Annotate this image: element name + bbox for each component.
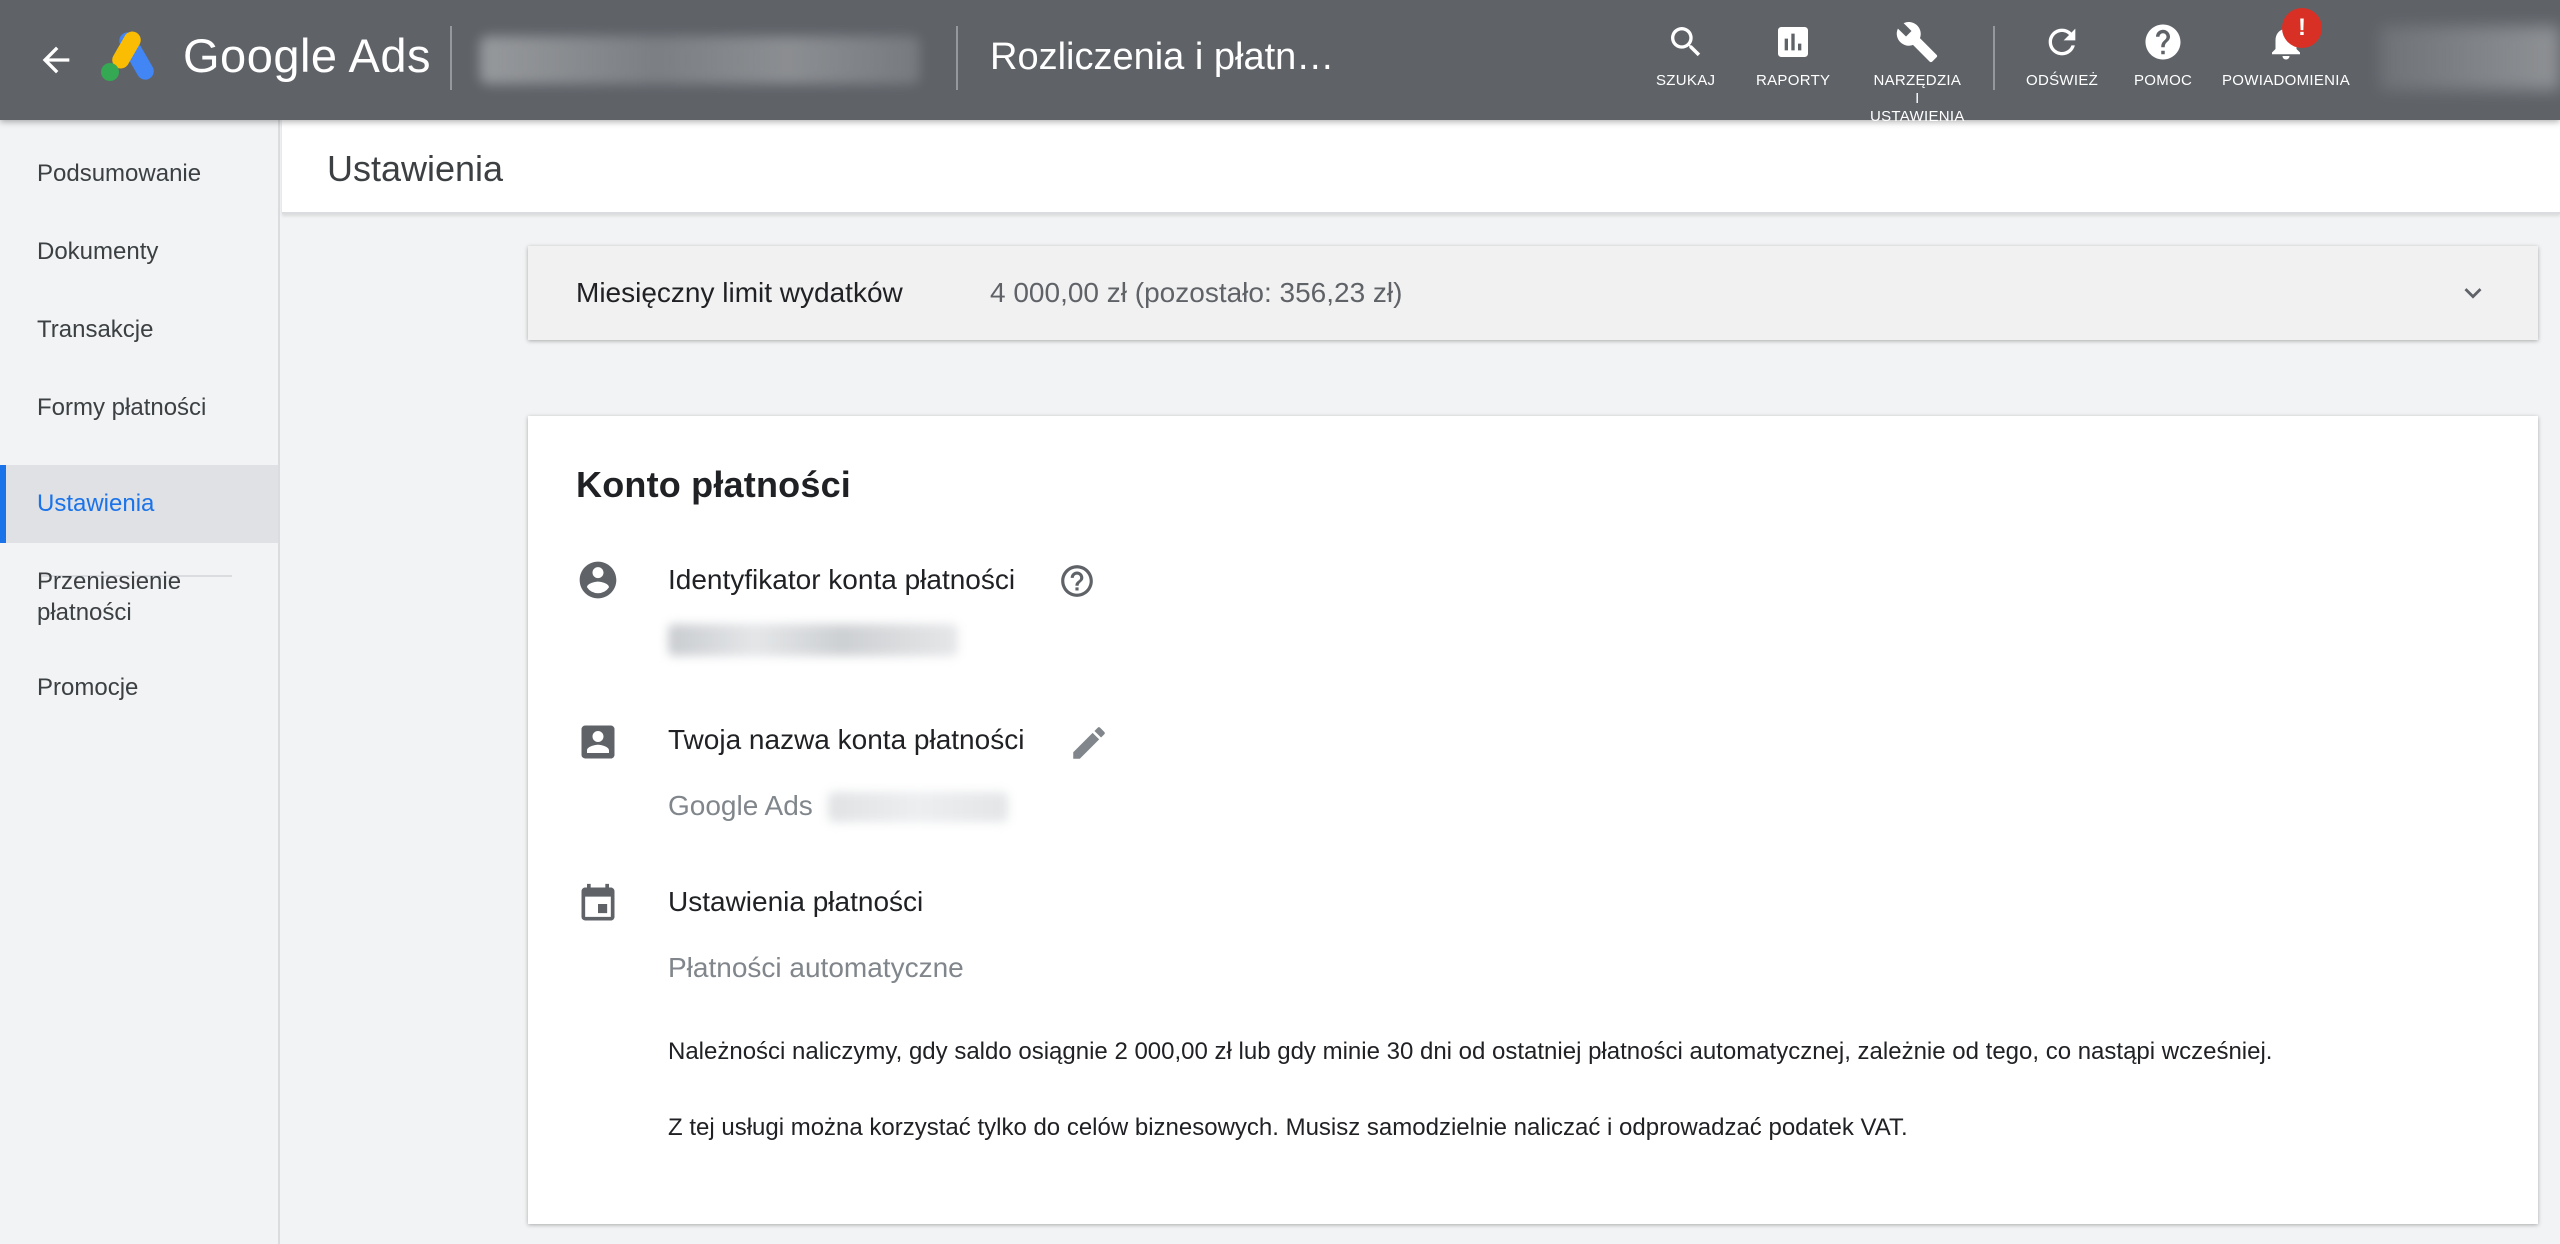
topbar-divider	[956, 26, 958, 90]
refresh-button[interactable]: ODŚWIEŻ	[2026, 20, 2098, 90]
limit-label: Miesięczny limit wydatków	[576, 277, 903, 308]
top-app-bar: Google Ads Rozliczenia i płatn… SZUKAJ R…	[0, 0, 2560, 125]
payment-settings-value: Płatności automatyczne	[668, 952, 964, 983]
left-navigation: Podsumowanie Dokumenty Transakcje Formy …	[0, 120, 280, 1244]
section-header: Ustawienia	[282, 120, 2560, 214]
account-name-value: Google Ads	[668, 790, 813, 821]
contact-card-icon	[576, 720, 620, 764]
nav-item-summary[interactable]: Podsumowanie	[0, 158, 278, 189]
refresh-icon	[2040, 20, 2084, 64]
nav-item-documents[interactable]: Dokumenty	[0, 236, 278, 267]
card-title: Konto płatności	[576, 464, 851, 505]
calendar-icon	[576, 882, 620, 926]
help-circle-icon	[2141, 20, 2185, 64]
topbar-divider	[1993, 26, 1995, 90]
payment-account-card: Konto płatności Identyfikator konta płat…	[528, 416, 2538, 1224]
search-button[interactable]: SZUKAJ	[1656, 20, 1715, 90]
notification-alert-badge: !	[2282, 8, 2322, 48]
chevron-down-icon[interactable]	[2456, 276, 2490, 310]
tools-and-settings-button[interactable]: NARZĘDZIA I USTAWIENIA	[1870, 20, 1965, 126]
nav-item-payment-methods[interactable]: Formy płatności	[0, 392, 278, 423]
bar-chart-icon	[1771, 20, 1815, 64]
account-circle-icon	[576, 558, 620, 602]
wrench-icon	[1895, 20, 1939, 64]
account-name-suffix	[828, 792, 1008, 822]
help-outline-icon[interactable]	[1058, 562, 1096, 600]
profile-avatar[interactable]	[2380, 26, 2560, 90]
monthly-spend-limit-panel[interactable]: Miesięczny limit wydatków 4 000,00 zł (p…	[528, 246, 2538, 340]
account-id-label: Identyfikator konta płatności	[668, 564, 1016, 595]
help-button[interactable]: POMOC	[2134, 20, 2192, 90]
account-id-value	[668, 624, 958, 656]
payment-settings-label: Ustawienia płatności	[668, 886, 924, 917]
pencil-edit-icon[interactable]	[1068, 722, 1110, 764]
topbar-divider	[450, 26, 452, 90]
account-selector[interactable]	[480, 36, 920, 84]
business-use-note: Z tej usługi można korzystać tylko do ce…	[668, 1114, 1908, 1141]
back-arrow-icon[interactable]	[30, 34, 82, 86]
billing-threshold-note: Należności naliczymy, gdy saldo osiągnie…	[668, 1038, 2273, 1065]
section-title: Ustawienia	[327, 148, 504, 189]
brand-name: Google Ads	[183, 29, 432, 82]
google-ads-logo-icon[interactable]	[98, 28, 162, 84]
nav-item-promotions[interactable]: Promocje	[0, 672, 278, 703]
limit-value: 4 000,00 zł (pozostało: 356,23 zł)	[990, 277, 1403, 308]
page-title: Rozliczenia i płatn…	[990, 36, 1335, 78]
nav-item-transactions[interactable]: Transakcje	[0, 314, 278, 345]
nav-item-settings[interactable]: Ustawienia	[0, 465, 278, 543]
search-icon	[1664, 20, 1708, 64]
account-name-label: Twoja nazwa konta płatności	[668, 724, 1025, 755]
reports-button[interactable]: RAPORTY	[1756, 20, 1830, 90]
nav-item-payment-transfer[interactable]: Przeniesienie płatności	[0, 566, 278, 628]
